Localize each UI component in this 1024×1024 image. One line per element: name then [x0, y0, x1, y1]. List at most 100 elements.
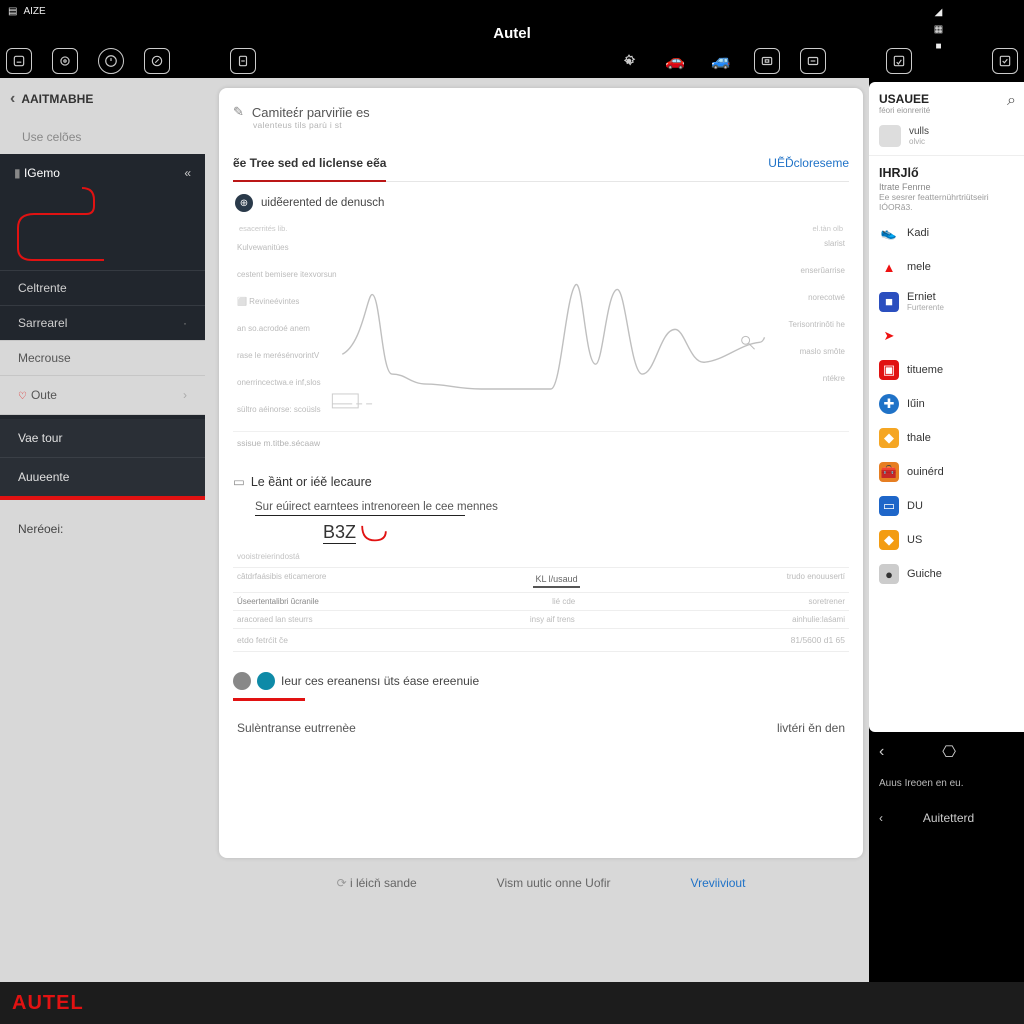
right-nav-text: Auus Ireoen en eu. — [869, 772, 1024, 801]
app-label: ErnietFurterente — [907, 291, 944, 312]
app-item[interactable]: 👟 Kadi — [875, 216, 1018, 250]
tool-car-icon[interactable]: 🚗 — [662, 48, 688, 74]
sidebar-item-use[interactable]: Use celões — [0, 120, 205, 154]
app-item[interactable]: ▭ DU — [875, 489, 1018, 523]
app-icon: ▭ — [879, 496, 899, 516]
sidebar-item-network[interactable]: Neréoei: — [0, 500, 205, 558]
chevron-left-icon[interactable]: ‹ — [879, 743, 884, 761]
chevron-left-icon: « — [184, 166, 191, 180]
tool-scan-icon[interactable] — [52, 48, 78, 74]
app-item[interactable]: ◆ thale — [875, 421, 1018, 455]
avatar-icon — [233, 672, 251, 690]
tool-doc-icon[interactable] — [230, 48, 256, 74]
edit-icon: ✎ — [233, 104, 244, 120]
heart-icon: ♡ — [18, 391, 27, 402]
app-icon: ◆ — [879, 530, 899, 550]
status-bar: ▤AIZE ᯤ ◢ ◢ ▦ ■ — [0, 0, 1024, 22]
search-icon[interactable]: ⌕ — [1007, 92, 1016, 110]
app-item[interactable]: ● Guiche — [875, 557, 1018, 591]
doc-icon: ▭ — [233, 474, 245, 489]
section-footer: Ieur ces ereanensı üts éase ereenuie Sul… — [233, 666, 849, 739]
toolbar: 🚗 🚙 — [0, 44, 1024, 78]
globe-icon: ⊕ — [235, 194, 253, 212]
home-icon[interactable]: ⎔ — [942, 742, 956, 762]
app-label: thale — [907, 432, 931, 444]
app-icon: ✚ — [879, 394, 899, 414]
app-icon: ● — [879, 564, 899, 584]
main-card: ✎ Camiteέr parvirǐie es valenteus tils p… — [219, 88, 863, 858]
tool-speed-icon[interactable] — [98, 48, 124, 74]
b3z-value: B3Z — [233, 516, 849, 546]
app-item[interactable]: ◆ US — [875, 523, 1018, 557]
app-item[interactable]: ▣ titueme — [875, 353, 1018, 387]
sidebar-item-oute[interactable]: ♡Oute › — [0, 375, 205, 415]
app-icon: ■ — [879, 292, 899, 312]
badge-icon — [257, 672, 275, 690]
avatar — [879, 125, 901, 147]
app-icon: 🧰 — [879, 462, 899, 482]
footer: AUTEL — [0, 982, 1024, 1024]
tool-minus-icon[interactable] — [800, 48, 826, 74]
detail-header: ⊕ uidẽerented de denusch — [233, 182, 849, 224]
card-header: ✎ Camiteέr parvirǐie es — [233, 104, 849, 120]
sidebar-diagram — [0, 192, 205, 270]
app-label: Iűin — [907, 398, 925, 410]
sidebar-item[interactable]: Sarrearel· — [0, 305, 205, 340]
app-icon: 👟 — [879, 223, 899, 243]
tool-check-icon[interactable] — [992, 48, 1018, 74]
chevron-left-icon: ‹ — [10, 90, 15, 108]
tab-link[interactable]: UẼĎcloreseme — [768, 148, 849, 181]
app-label: Kadi — [907, 227, 929, 239]
app-icon: ▲ — [879, 257, 899, 277]
grid-icon: ▦ — [934, 24, 943, 35]
sidebar-item[interactable]: Mecrouse — [0, 340, 205, 375]
action-link[interactable]: Vreviiviout — [691, 876, 746, 890]
sidebar: ‹ AAITMABHE Use celões ▮ IGemo « Celtren… — [0, 78, 205, 982]
app-label: mele — [907, 261, 931, 273]
app-label: DU — [907, 500, 923, 512]
app-item[interactable]: 🧰 ouinérd — [875, 455, 1018, 489]
right-nav-bar: ‹ ⎔ — [869, 732, 1024, 772]
footer-left-label: Sulèntranse eutrrenèe — [237, 721, 356, 735]
tool-home-icon[interactable] — [6, 48, 32, 74]
footer-right-label: livtéri ěn den — [777, 721, 845, 735]
app-label: Guiche — [907, 568, 942, 580]
tool-save-icon[interactable] — [886, 48, 912, 74]
tool-gear-icon[interactable] — [616, 48, 642, 74]
panel-section-title: IHRJlő — [879, 166, 1014, 180]
chevron-left-icon[interactable]: ‹ — [879, 811, 883, 825]
card-subheader: valenteus tils parù i st — [253, 120, 849, 130]
breadcrumb[interactable]: ‹ AAITMABHE — [0, 78, 205, 120]
right-panel: USAUEE féori eionrerité ⌕ vullsolvic IHR… — [869, 78, 1024, 982]
app-list: 👟 Kadi ▲ mele ■ ErnietFurterente ➤ ▣ titueme ✚ Iűi… — [869, 214, 1024, 593]
sidebar-item-auert[interactable]: Auueente — [0, 457, 205, 496]
app-icon: ▣ — [879, 360, 899, 380]
tab-row: ẽe Tree sed ed liclense eẽa UẼĎcloreseme — [233, 148, 849, 182]
app-icon: ➤ — [879, 326, 899, 346]
signal-icon: ◢ — [935, 0, 943, 1]
action-link[interactable]: Vism uutic onne Uofir — [497, 876, 611, 890]
tool-screen-icon[interactable] — [754, 48, 780, 74]
app-label: titueme — [907, 364, 943, 376]
app-label: US — [907, 534, 922, 546]
app-item[interactable]: ■ ErnietFurterente — [875, 284, 1018, 319]
section-lecture: ▭Le ềänt or iéě lecaure Sur eúirect earn… — [233, 468, 849, 652]
brand-logo: AUTEL — [12, 992, 84, 1015]
app-item[interactable]: ▲ mele — [875, 250, 1018, 284]
panel-title: USAUEE — [879, 92, 930, 106]
app-icon: ◆ — [879, 428, 899, 448]
signal-icon: ◢ — [935, 7, 943, 18]
tool-car2-icon[interactable]: 🚙 — [708, 48, 734, 74]
bottom-actions: ⟳ i léicň sande Vism uutic onne Uofir Vr… — [219, 858, 863, 890]
app-item[interactable]: ➤ — [875, 319, 1018, 353]
action-link[interactable]: ⟳ i léicň sande — [337, 876, 417, 890]
app-label: ouinérd — [907, 466, 944, 478]
app-item[interactable]: ✚ Iűin — [875, 387, 1018, 421]
user-row[interactable]: vullsolvic — [869, 117, 1024, 155]
waveform-chart: Kulvewanitúes cestent bemisere itexvorsu… — [233, 235, 849, 425]
sidebar-item-vaet[interactable]: Vae tour — [0, 419, 205, 457]
right-nav-bar2: ‹ Auitetterd — [869, 801, 1024, 835]
tab-active[interactable]: ẽe Tree sed ed liclense eẽa — [233, 148, 386, 182]
tool-compass-icon[interactable] — [144, 48, 170, 74]
chevron-right-icon: › — [183, 388, 187, 402]
